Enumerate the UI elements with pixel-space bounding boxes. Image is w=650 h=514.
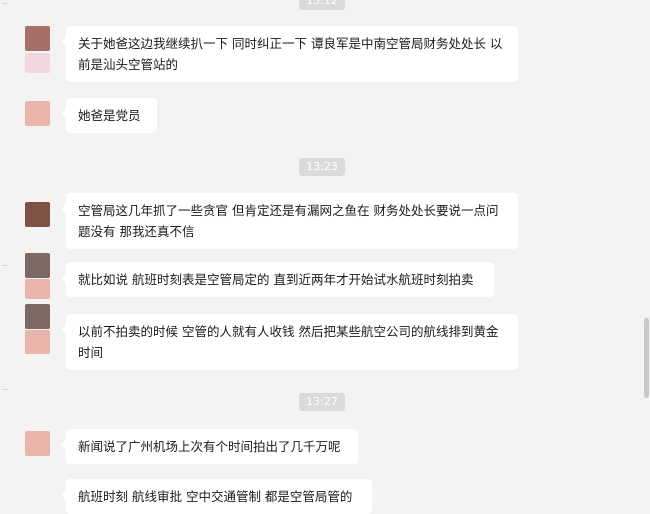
sender-avatar[interactable] bbox=[25, 431, 50, 456]
left-edge-decoration bbox=[0, 0, 14, 500]
sender-avatar[interactable] bbox=[25, 26, 50, 51]
timestamp: 13:27 bbox=[299, 393, 345, 411]
sender-avatar[interactable] bbox=[25, 304, 50, 329]
chat-scrollbar[interactable] bbox=[642, 0, 650, 500]
sender-avatar[interactable] bbox=[25, 279, 50, 299]
timestamp: 13:23 bbox=[299, 158, 345, 176]
sender-avatar[interactable] bbox=[25, 330, 50, 354]
sender-avatar[interactable] bbox=[25, 202, 50, 227]
scrollbar-thumb[interactable] bbox=[644, 318, 649, 398]
message-bubble[interactable]: 航班时刻 航线审批 空中交通管制 都是空管局管的 bbox=[61, 479, 372, 514]
message-bubble[interactable]: 她爸是党员 bbox=[61, 98, 157, 133]
message-bubble[interactable]: 空管局这几年抓了一些贪官 但肯定还是有漏网之鱼在 财务处处长要说一点问题没有 那… bbox=[61, 193, 518, 249]
timestamp: 13:12 bbox=[299, 0, 345, 10]
message-bubble[interactable]: 以前不拍卖的时候 空管的人就有人收钱 然后把某些航空公司的航线排到黄金时间 bbox=[61, 314, 518, 370]
chat-message-list[interactable]: 13:12 关于她爸这边我继续扒一下 同时纠正一下 谭良军是中南空管局财务处处长… bbox=[0, 0, 650, 514]
message-bubble[interactable]: 就比如说 航班时刻表是空管局定的 直到近两年才开始试水航班时刻拍卖 bbox=[61, 262, 494, 297]
message-bubble[interactable]: 关于她爸这边我继续扒一下 同时纠正一下 谭良军是中南空管局财务处处长 以前是汕头… bbox=[61, 26, 518, 82]
sender-avatar[interactable] bbox=[25, 253, 50, 278]
sender-avatar[interactable] bbox=[25, 101, 50, 126]
message-bubble[interactable]: 新闻说了广州机场上次有个时间拍出了几千万呢 bbox=[61, 429, 358, 464]
sender-avatar[interactable] bbox=[25, 53, 50, 73]
